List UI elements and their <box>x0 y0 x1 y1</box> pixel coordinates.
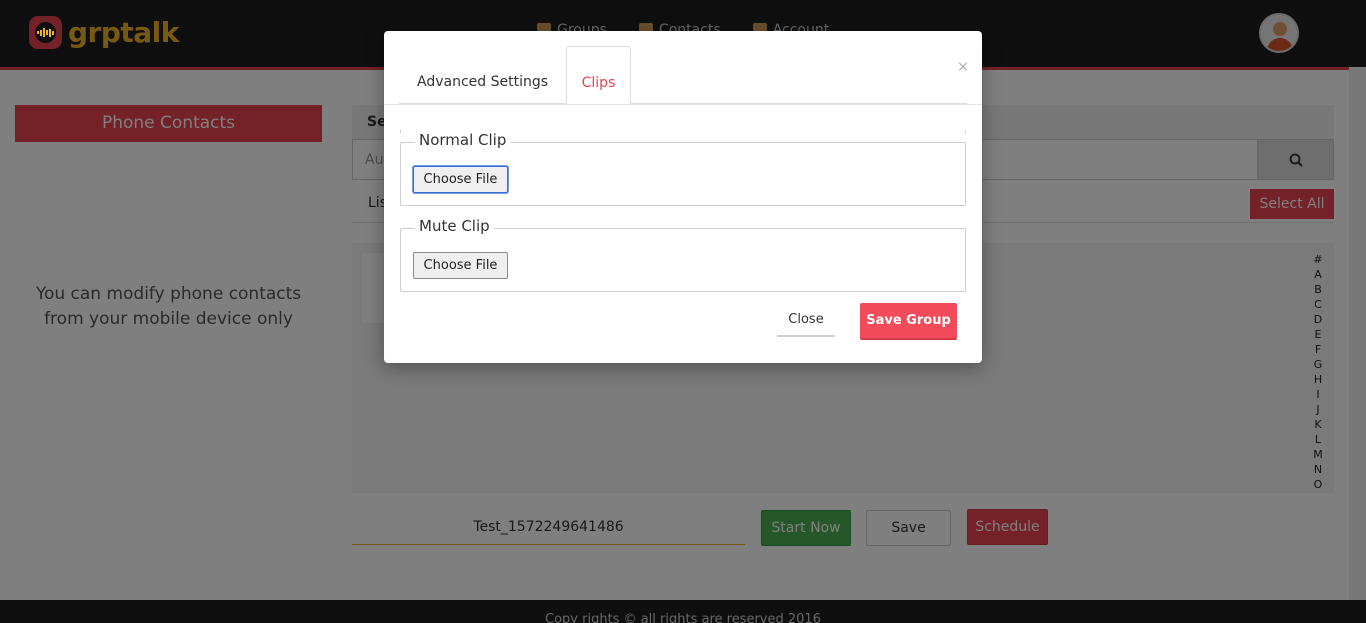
normal-clip-fieldset: Normal Clip Choose File <box>400 131 966 206</box>
save-group-button[interactable]: Save Group <box>860 303 957 338</box>
tab-clips[interactable]: Clips <box>566 46 631 104</box>
mute-clip-fieldset: Mute Clip Choose File <box>400 217 966 292</box>
close-icon[interactable]: × <box>957 59 969 75</box>
modal-close-button[interactable]: Close <box>777 303 835 337</box>
normal-clip-file-button[interactable]: Choose File <box>413 166 508 193</box>
mute-clip-legend: Mute Clip <box>415 217 494 235</box>
tab-advanced-settings[interactable]: Advanced Settings <box>399 61 566 104</box>
modal-tabs: Advanced Settings Clips <box>399 46 967 104</box>
modal-divider <box>384 104 982 105</box>
clips-modal: Advanced Settings Clips × Normal Clip Ch… <box>384 31 982 363</box>
mute-clip-file-button[interactable]: Choose File <box>413 252 508 279</box>
normal-clip-legend: Normal Clip <box>415 131 511 149</box>
